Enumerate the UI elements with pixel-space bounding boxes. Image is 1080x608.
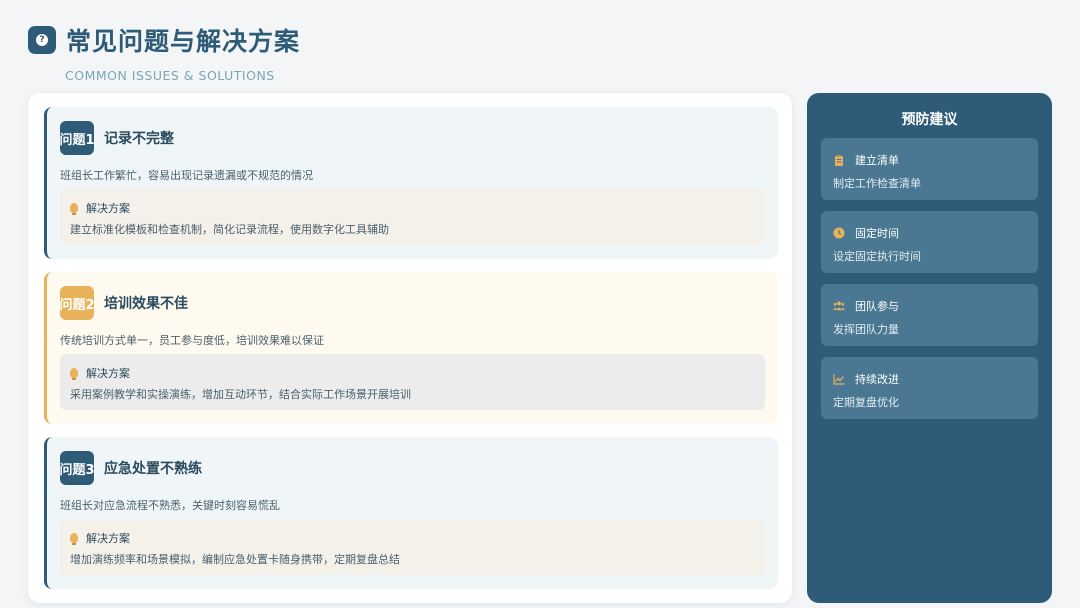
- tip-card-fixed-time: 固定时间 设定固定执行时间: [821, 211, 1038, 273]
- tip-text: 发挥团队力量: [833, 323, 899, 336]
- issue-badge: 问题2: [59, 286, 95, 320]
- issue-description: 传统培训方式单一，员工参与度低，培训效果难以保证: [60, 334, 324, 347]
- issue-title: 培训效果不佳: [104, 296, 188, 312]
- issue-description: 班组长工作繁忙，容易出现记录遗漏或不规范的情况: [60, 169, 313, 182]
- page-header: ? 常见问题与解决方案 COMMON ISSUES & SOLUTIONS: [28, 22, 300, 83]
- lightbulb-icon: [70, 368, 78, 380]
- tip-text: 制定工作检查清单: [833, 177, 921, 190]
- issue-card-1: 问题1 记录不完整 班组长工作繁忙，容易出现记录遗漏或不规范的情况 解决方案 建…: [44, 107, 778, 259]
- question-icon: ?: [28, 26, 56, 54]
- solution-label: 解决方案: [86, 202, 130, 215]
- clipboard-icon: [835, 155, 843, 166]
- page-subtitle: COMMON ISSUES & SOLUTIONS: [65, 68, 275, 83]
- solution-text: 建立标准化模板和检查机制，简化记录流程，使用数字化工具辅助: [70, 223, 389, 236]
- solution-text: 增加演练频率和场景模拟，编制应急处置卡随身携带，定期复盘总结: [70, 553, 400, 566]
- tip-card-team: 团队参与 发挥团队力量: [821, 284, 1038, 346]
- chart-line-icon: [833, 374, 845, 385]
- users-icon: [833, 301, 845, 311]
- issue-description: 班组长对应急流程不熟悉，关键时刻容易慌乱: [60, 499, 280, 512]
- solution-box: 解决方案 增加演练频率和场景模拟，编制应急处置卡随身携带，定期复盘总结: [60, 519, 765, 575]
- tip-label: 持续改进: [855, 373, 899, 386]
- prevention-sidebar: 预防建议 建立清单 制定工作检查清单 固定时间 设定固定执行时间 团队参与 发挥…: [807, 93, 1052, 603]
- tip-label: 团队参与: [855, 300, 899, 313]
- issue-card-2: 问题2 培训效果不佳 传统培训方式单一，员工参与度低，培训效果难以保证 解决方案…: [44, 272, 778, 424]
- issues-card: 问题1 记录不完整 班组长工作繁忙，容易出现记录遗漏或不规范的情况 解决方案 建…: [28, 93, 792, 603]
- solution-box: 解决方案 建立标准化模板和检查机制，简化记录流程，使用数字化工具辅助: [60, 189, 765, 245]
- clock-icon: [833, 227, 845, 239]
- tip-card-improve: 持续改进 定期复盘优化: [821, 357, 1038, 419]
- tip-label: 建立清单: [855, 154, 899, 167]
- issue-badge: 问题3: [59, 451, 95, 485]
- solution-label: 解决方案: [86, 532, 130, 545]
- tip-label: 固定时间: [855, 227, 899, 240]
- sidebar-title: 预防建议: [901, 112, 958, 128]
- tip-text: 设定固定执行时间: [833, 250, 921, 263]
- issue-title: 记录不完整: [104, 131, 174, 147]
- page-title: 常见问题与解决方案: [66, 27, 301, 56]
- lightbulb-icon: [70, 533, 78, 545]
- solution-box: 解决方案 采用案例教学和实操演练，增加互动环节，结合实际工作场景开展培训: [60, 354, 765, 410]
- issue-title: 应急处置不熟练: [104, 461, 202, 477]
- tip-text: 定期复盘优化: [833, 396, 899, 409]
- tip-card-checklist: 建立清单 制定工作检查清单: [821, 138, 1038, 200]
- solution-text: 采用案例教学和实操演练，增加互动环节，结合实际工作场景开展培训: [70, 388, 411, 401]
- issue-badge: 问题1: [59, 121, 95, 155]
- solution-label: 解决方案: [86, 367, 130, 380]
- issue-card-3: 问题3 应急处置不熟练 班组长对应急流程不熟悉，关键时刻容易慌乱 解决方案 增加…: [44, 437, 778, 589]
- lightbulb-icon: [70, 203, 78, 215]
